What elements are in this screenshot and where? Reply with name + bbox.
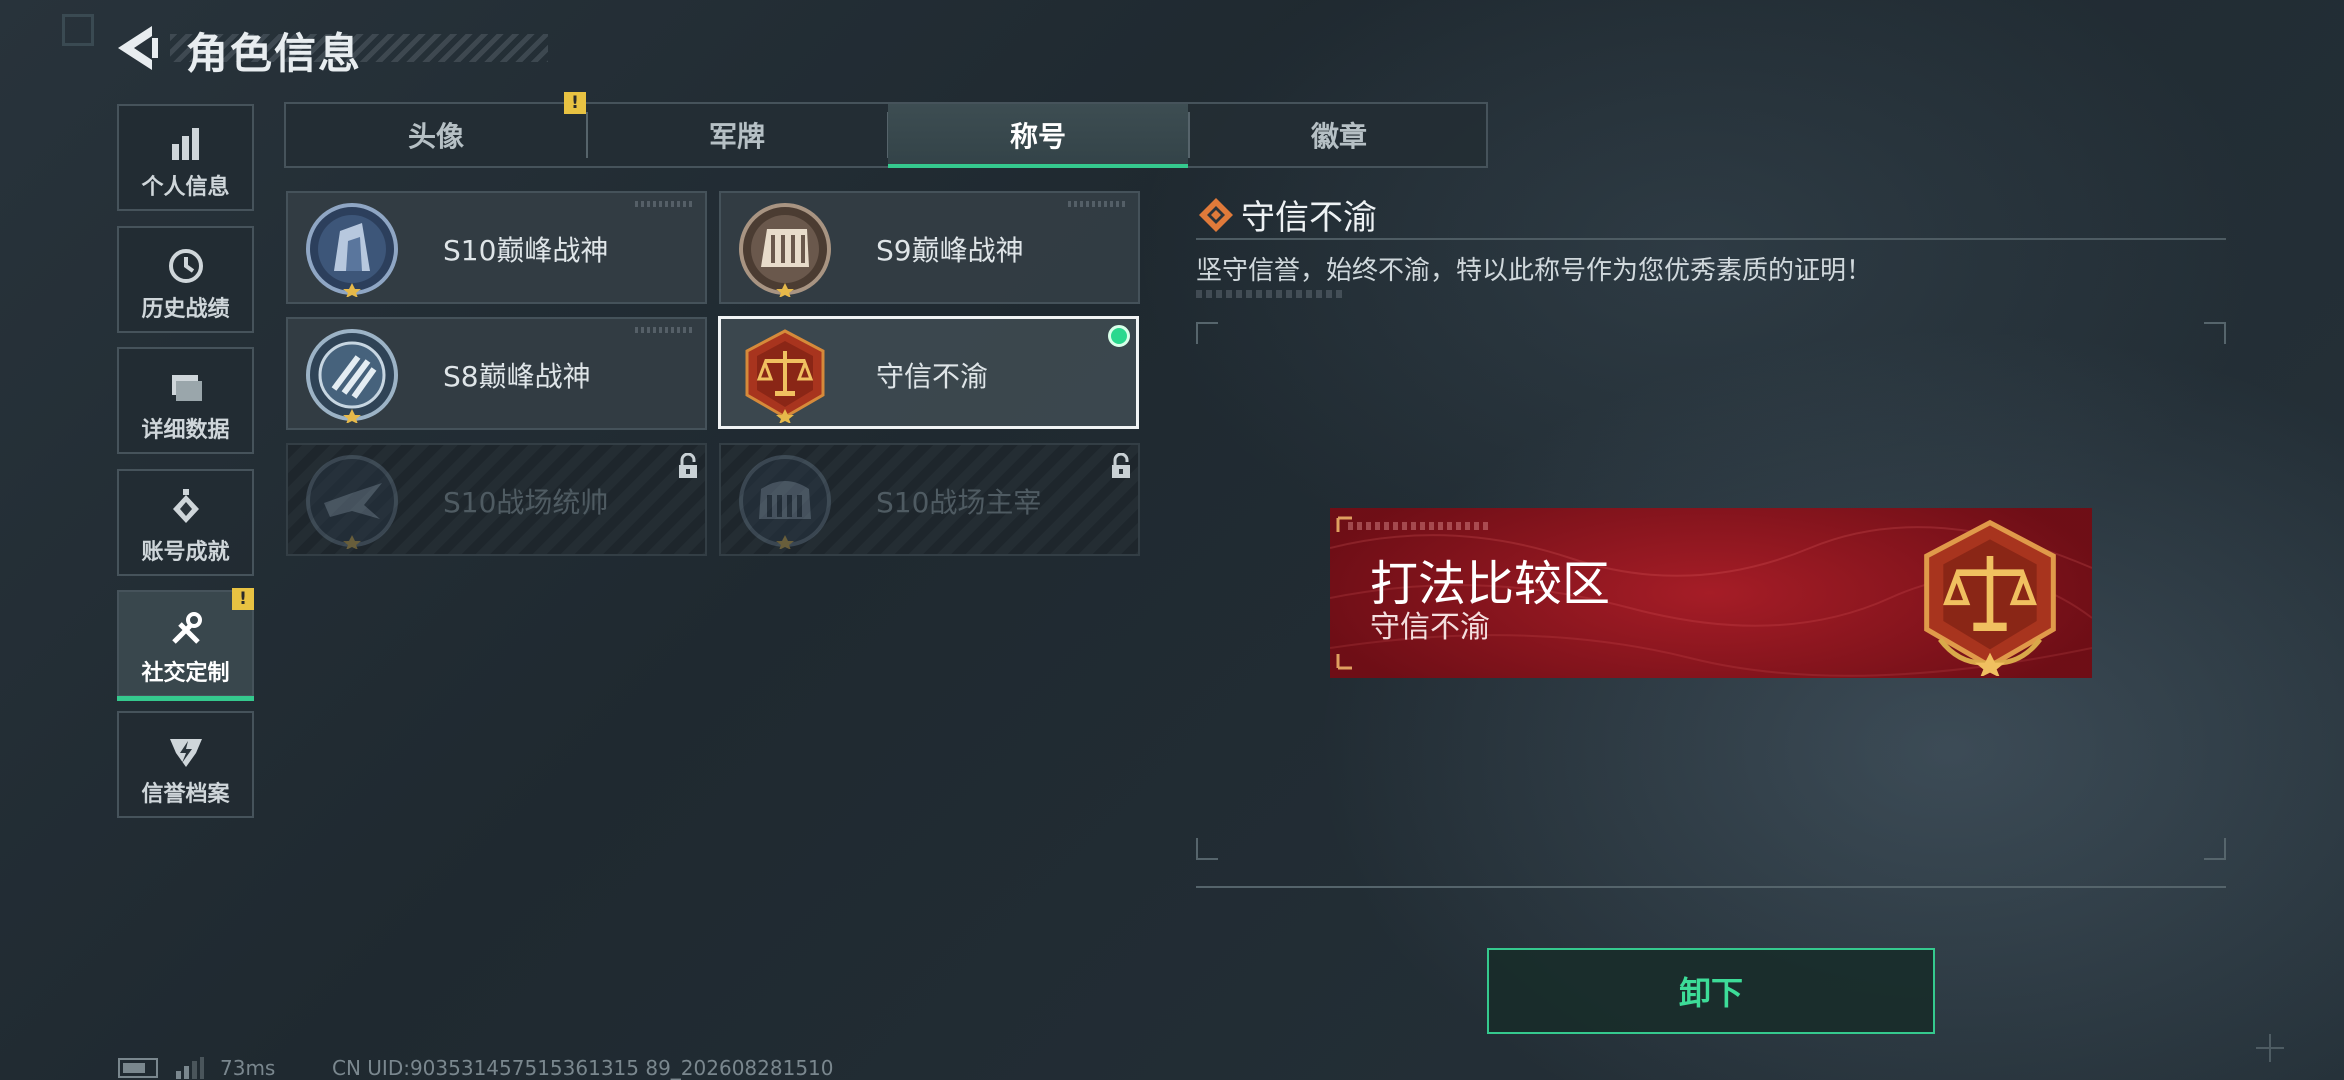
ping-value: 73ms <box>220 1056 276 1080</box>
sidebar-item-label: 详细数据 <box>141 418 230 443</box>
title-card-selected[interactable]: 守信不渝 <box>718 316 1139 429</box>
lock-icon <box>679 453 697 478</box>
uid-text: CN UID:903531457515361315 89_20260828151… <box>332 1056 834 1080</box>
signal-icon <box>176 1057 204 1079</box>
tab-titles[interactable]: 称号 <box>888 104 1188 168</box>
preview-corner <box>1196 838 1218 860</box>
card-decoration <box>635 327 695 333</box>
divider <box>1196 886 2226 888</box>
sidebar-item-label: 社交定制 <box>141 661 230 686</box>
folder-icon <box>171 375 202 401</box>
tab-bar: 头像 军牌 称号 徽章 <box>284 102 1488 168</box>
sidebar-item-achievements[interactable]: 账号成就 <box>117 469 254 576</box>
emblem-scales-icon <box>745 329 825 423</box>
tab-label: 称号 <box>1009 120 1066 153</box>
crosshair-decoration-icon <box>2256 1034 2284 1062</box>
title-card-locked[interactable]: S10战场主宰 <box>719 443 1140 556</box>
emblem-s10-peak-icon <box>306 203 398 297</box>
tab-label: 徽章 <box>1310 120 1367 153</box>
back-button[interactable] <box>112 22 162 74</box>
alert-badge: ! <box>232 588 254 610</box>
sidebar-item-history[interactable]: 历史战绩 <box>117 226 254 333</box>
back-arrow-icon <box>118 26 158 70</box>
alert-badge: ! <box>564 92 586 114</box>
corner-decoration <box>62 14 94 46</box>
preview-corner <box>2204 838 2226 860</box>
sidebar-item-label: 个人信息 <box>141 175 230 200</box>
preview-corner <box>2204 322 2226 344</box>
diamond-emblem-icon <box>1199 198 1233 232</box>
card-decoration <box>635 201 695 207</box>
tab-badges[interactable]: 徽章 <box>1189 104 1489 166</box>
bar-chart-icon <box>171 128 199 160</box>
sidebar-item-label: 历史战绩 <box>141 297 230 322</box>
title-name: S10巅峰战神 <box>443 234 609 267</box>
title-name: S10战场统帅 <box>443 486 609 519</box>
sidebar-item-label: 账号成就 <box>141 540 230 565</box>
lock-icon <box>1112 453 1130 478</box>
title-card[interactable]: S10巅峰战神 <box>286 191 707 304</box>
equipped-indicator <box>1108 325 1130 347</box>
title-card[interactable]: S8巅峰战神 <box>286 317 707 430</box>
unequip-button[interactable]: 卸下 <box>1487 948 1935 1034</box>
tab-label: 头像 <box>407 120 464 153</box>
divider <box>1196 238 2226 240</box>
tab-dogtag[interactable]: 军牌 <box>587 104 887 166</box>
title-name: S10战场主宰 <box>876 486 1042 519</box>
battery-icon <box>118 1058 158 1078</box>
title-name: S8巅峰战神 <box>443 360 591 393</box>
title-name: 守信不渝 <box>876 360 989 393</box>
shield-bolt-icon <box>169 739 202 767</box>
sidebar-item-label: 信誉档案 <box>141 782 230 807</box>
status-bar: 73ms <box>118 1056 275 1080</box>
emblem-scales-icon <box>1924 519 2056 676</box>
banner-subtitle: 守信不渝 <box>1370 610 1490 645</box>
tab-avatar[interactable]: 头像 <box>286 104 586 166</box>
emblem-s8-peak-icon <box>306 329 398 423</box>
medal-icon <box>172 489 199 523</box>
tools-icon <box>171 612 202 644</box>
faint-code-decoration <box>1196 290 1346 298</box>
card-decoration <box>1068 201 1128 207</box>
title-name: S9巅峰战神 <box>876 234 1024 267</box>
title-banner-preview: 打法比较区 守信不渝 <box>1330 508 2092 678</box>
title-card-locked[interactable]: S10战场统帅 <box>286 443 707 556</box>
preview-corner <box>1196 322 1218 344</box>
emblem-s10-dominator-icon <box>739 455 831 549</box>
sidebar-item-data[interactable]: 详细数据 <box>117 347 254 454</box>
sidebar-item-profile[interactable]: 个人信息 <box>117 104 254 211</box>
title-card[interactable]: S9巅峰战神 <box>719 191 1140 304</box>
emblem-s9-peak-icon <box>739 203 831 297</box>
emblem-s10-commander-icon <box>306 455 398 549</box>
page-title: 角色信息 <box>186 29 363 78</box>
tab-label: 军牌 <box>708 120 765 153</box>
faint-code-decoration <box>1348 522 1488 530</box>
detail-description: 坚守信誉，始终不渝，特以此称号作为您优秀素质的证明！ <box>1196 256 1873 286</box>
sidebar-item-credit[interactable]: 信誉档案 <box>117 711 254 818</box>
history-clock-icon <box>168 249 203 283</box>
detail-title: 守信不渝 <box>1241 198 1377 238</box>
